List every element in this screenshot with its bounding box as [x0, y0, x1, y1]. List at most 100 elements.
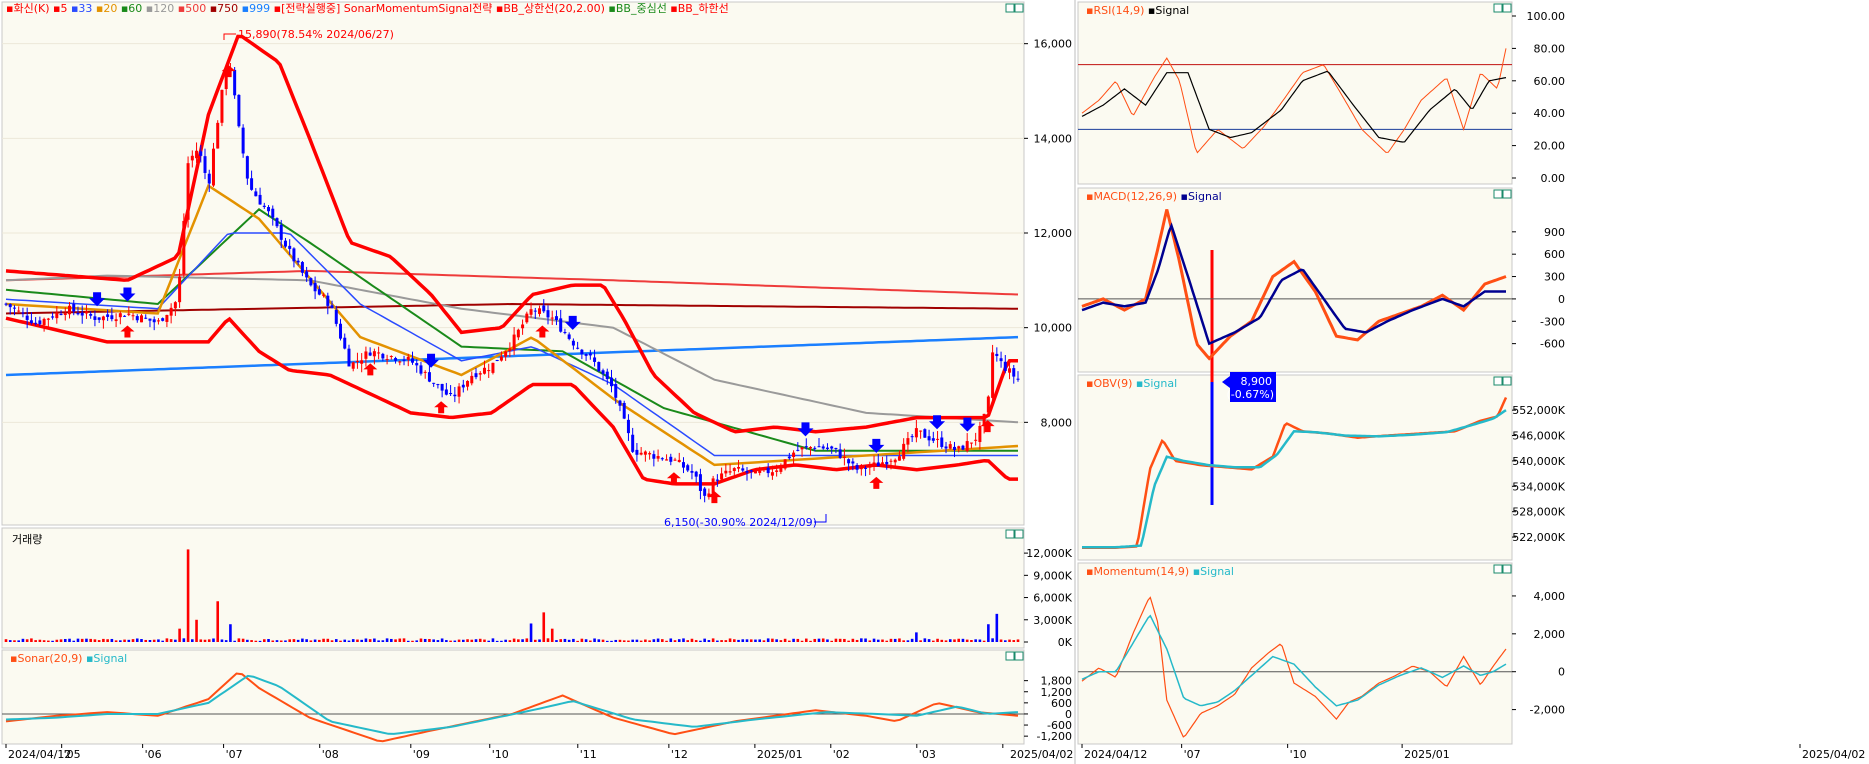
price-legend-item: ▪999 [238, 2, 270, 15]
close-button-mom[interactable] [1502, 564, 1512, 574]
volume-y-tick-label: 0K [1058, 636, 1073, 649]
volume-bar [953, 639, 956, 642]
main-x-tick-label: '06 [145, 748, 162, 761]
candle-body [652, 454, 656, 459]
candle-body [165, 314, 169, 322]
candle-body [487, 370, 491, 372]
close-button-volume[interactable] [1014, 529, 1024, 539]
candle-body [499, 356, 503, 361]
volume-bar [360, 639, 363, 642]
close-button-rsi[interactable] [1502, 3, 1512, 13]
volume-bar [542, 612, 546, 642]
volume-bar [368, 639, 372, 642]
volume-bar [241, 638, 245, 642]
volume-bar [758, 639, 762, 642]
maximize-button-volume[interactable] [1005, 529, 1015, 539]
volume-bar [733, 639, 736, 642]
volume-bar [415, 640, 419, 642]
main-x-tick-label: '05 [64, 748, 81, 761]
candle-body [698, 474, 702, 491]
candle-body [262, 205, 266, 207]
candle-body [127, 313, 131, 315]
candle-body [42, 318, 46, 326]
volume-bar [178, 628, 181, 642]
volume-bar [864, 638, 867, 642]
candle-body [427, 372, 431, 382]
price-legend-item: ▪[전략실행중] SonarMomentumSignal전략 [270, 2, 492, 15]
price-legend-item: ▪5 [50, 2, 68, 15]
volume-bar [102, 638, 105, 642]
candle-body [715, 479, 719, 481]
candle-body [351, 362, 355, 369]
volume-bar [347, 640, 351, 642]
volume-bar [1012, 640, 1016, 642]
macd-y-tick-label: 900 [1544, 226, 1565, 239]
main-x-tick-label: '11 [580, 748, 597, 761]
volume-bar [123, 639, 126, 642]
close-button-sonar[interactable] [1014, 651, 1024, 661]
candle-body [440, 383, 444, 391]
rsi-y-tick-label: 100.00 [1527, 10, 1566, 23]
candle-body [1008, 368, 1012, 373]
volume-bar [21, 638, 25, 642]
volume-bar [716, 640, 719, 642]
volume-bar [656, 638, 660, 642]
stock-chart-workspace[interactable]: ▪화신(K) ▪5 ▪33 ▪20 ▪60 ▪120 ▪500 ▪750 ▪99… [0, 0, 1869, 764]
volume-bar [961, 638, 965, 642]
volume-bar [296, 639, 300, 642]
volume-bar [686, 640, 690, 642]
candle-body [665, 459, 669, 461]
indicator-legend-item: ▪Sonar(20,9) [10, 652, 82, 665]
maximize-button-price[interactable] [1005, 3, 1015, 13]
maximize-button-obv[interactable] [1493, 376, 1503, 386]
volume-bar [800, 640, 804, 642]
maximize-button-mom[interactable] [1493, 564, 1503, 574]
candle-body [305, 271, 309, 278]
maximize-button-macd[interactable] [1493, 189, 1503, 199]
volume-bar [55, 639, 59, 642]
main-x-tick-label: 2025/04/02 [1010, 748, 1073, 761]
volume-bar [68, 638, 71, 642]
volume-bar [89, 638, 92, 642]
indicator-legend-item: ▪Signal [82, 652, 127, 665]
price-y-tick-label: 16,000 [1034, 38, 1073, 51]
candle-body [910, 436, 914, 438]
volume-bar [322, 638, 325, 642]
panel-macd [1077, 187, 1513, 373]
volume-bar [449, 640, 452, 642]
current-change-label: (-0.67%) [1227, 388, 1275, 401]
candle-body [639, 452, 643, 455]
volume-bar [275, 640, 279, 642]
volume-bar [140, 639, 143, 642]
candle-body [444, 389, 448, 395]
main-x-tick-label: 2024/04/12 [8, 748, 71, 761]
maximize-button-rsi[interactable] [1493, 3, 1503, 13]
volume-bar [470, 639, 474, 642]
volume-bar [699, 640, 702, 642]
volume-bar [605, 640, 609, 642]
candle-body [360, 360, 364, 364]
volume-bar [135, 638, 139, 642]
close-button-price[interactable] [1014, 3, 1024, 13]
candle-body [758, 470, 762, 473]
candle-body [766, 467, 770, 474]
candle-body [211, 148, 215, 186]
candle-body [631, 434, 635, 452]
volume-bar [301, 638, 304, 642]
candle-body [821, 446, 825, 449]
indicator-legend-item: ▪Signal [1132, 377, 1177, 390]
candle-body [169, 307, 173, 316]
maximize-button-sonar[interactable] [1005, 651, 1015, 661]
volume-bar [771, 638, 774, 642]
candle-body [89, 313, 93, 316]
close-button-obv[interactable] [1502, 376, 1512, 386]
candle-body [339, 323, 343, 339]
volume-bar [783, 638, 787, 642]
volume-bar [932, 640, 935, 642]
volume-bar [987, 624, 990, 642]
volume-bar [313, 639, 317, 642]
volume-bar [38, 639, 42, 642]
candle-body [745, 471, 749, 473]
close-button-macd[interactable] [1502, 189, 1512, 199]
candle-body [152, 319, 156, 323]
